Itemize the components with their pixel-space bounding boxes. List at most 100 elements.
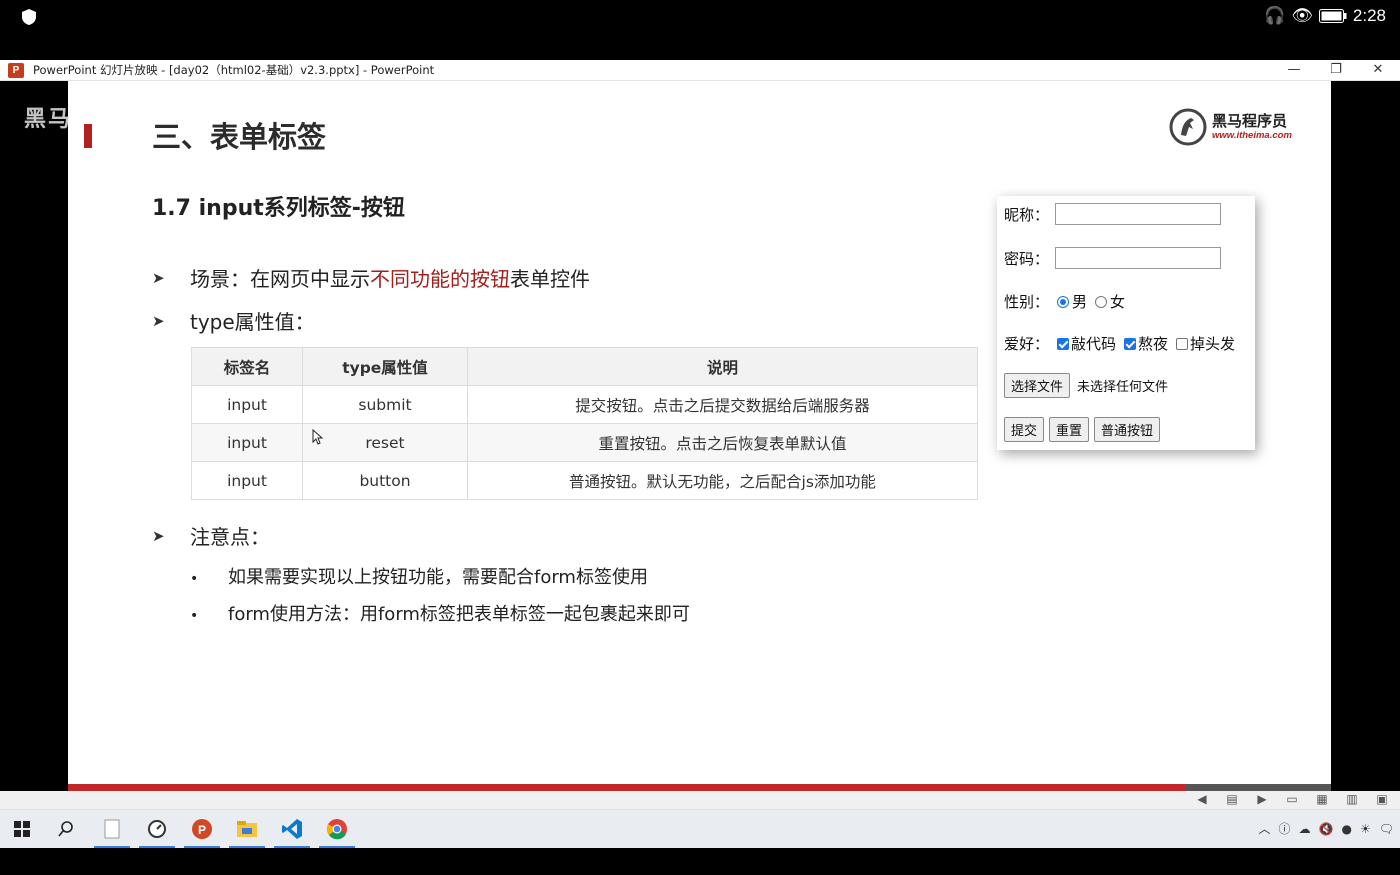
eye-icon: 👁 xyxy=(1291,6,1313,25)
start-button[interactable] xyxy=(2,810,42,848)
hobby-checkbox-coding[interactable] xyxy=(1057,337,1070,350)
slide-sorter-icon[interactable]: ▦ xyxy=(1314,792,1330,806)
hobby-checkbox-hair-loss[interactable] xyxy=(1176,337,1189,350)
window-title: PowerPoint 幻灯片放映 - [day02（html02-基础）v2.3… xyxy=(33,63,435,77)
system-tray: ︿ ⓘ ☁ 🔇 ● ☀ 🗨 xyxy=(1259,820,1394,837)
file-icon xyxy=(104,819,120,839)
clock: 2:28 xyxy=(1352,6,1386,25)
gender-label: 性别： xyxy=(1004,293,1050,311)
normal-view-icon[interactable]: ▭ xyxy=(1284,792,1300,806)
window-titlebar: P PowerPoint 幻灯片放映 - [day02（html02-基础）v2… xyxy=(0,60,1400,81)
hobby-label-late-night: 熬夜 xyxy=(1138,335,1169,353)
table-cell: 普通按钮。默认无功能，之后配合js添加功能 xyxy=(467,461,978,500)
weather-icon[interactable]: ☀ xyxy=(1360,822,1371,836)
dot-bullet-icon: • xyxy=(190,608,199,624)
tray-app-icon[interactable]: ● xyxy=(1342,822,1352,836)
slide[interactable]: 三、表单标签 黑马程序员 www.itheima.com 1.7 input系列… xyxy=(68,81,1331,791)
reset-button[interactable]: 重置 xyxy=(1049,417,1090,442)
note-text: form使用方法：用form标签把表单标签一起包裹起来即可 xyxy=(228,604,690,625)
mouse-cursor-icon xyxy=(312,429,324,445)
scene-prefix: 场景：在网页中显示 xyxy=(190,267,370,291)
arrow-bullet-icon: ➤ xyxy=(152,268,165,287)
type-attribute-table: 标签名 type属性值 说明 input submit 提交按钮。点击之后提交数… xyxy=(191,347,978,500)
volume-muted-icon[interactable]: 🔇 xyxy=(1319,822,1334,836)
minimize-button[interactable]: — xyxy=(1272,60,1316,81)
female-radio[interactable] xyxy=(1095,295,1108,308)
search-button[interactable] xyxy=(46,810,86,848)
slide-menu-icon[interactable]: ▤ xyxy=(1224,792,1240,806)
table-cell: submit xyxy=(302,385,468,424)
arrow-bullet-icon: ➤ xyxy=(152,311,165,330)
type-heading: type属性值： xyxy=(190,310,315,334)
notes-heading: 注意点： xyxy=(190,525,270,549)
button-row: 提交 重置 普通按钮 xyxy=(1004,417,1165,442)
previous-slide-icon[interactable]: ◀ xyxy=(1194,792,1210,806)
taskbar-chrome[interactable] xyxy=(317,810,357,848)
headphones-icon: 🎧 xyxy=(1264,6,1286,25)
table-cell: button xyxy=(302,461,468,500)
arrow-bullet-icon: ➤ xyxy=(152,526,165,545)
file-row: 选择文件 未选择任何文件 xyxy=(1004,373,1168,398)
taskbar: P ︿ ⓘ ☁ 🔇 ● ☀ 🗨 xyxy=(0,810,1400,848)
submit-button[interactable]: 提交 xyxy=(1004,417,1045,442)
scene-suffix: 表单控件 xyxy=(510,267,590,291)
taskbar-vscode[interactable] xyxy=(272,810,312,848)
close-button[interactable]: ✕ xyxy=(1356,60,1400,81)
svg-text:P: P xyxy=(198,823,206,837)
slide-title: 三、表单标签 xyxy=(152,120,327,154)
male-radio[interactable] xyxy=(1057,295,1070,308)
chevron-up-icon[interactable]: ︿ xyxy=(1259,820,1271,837)
table-header: 标签名 xyxy=(191,347,303,386)
cloud-icon[interactable]: ☁ xyxy=(1299,822,1311,836)
windows-icon xyxy=(14,821,30,837)
slideshow-area: 黑马 三、表单标签 黑马程序员 www.itheima.com 1.7 inpu… xyxy=(0,81,1400,791)
navigation-bar xyxy=(0,848,1400,875)
taskbar-file-explorer[interactable] xyxy=(227,810,267,848)
powerpoint-app-icon: P xyxy=(192,819,212,839)
notification-icon[interactable]: 🗨 xyxy=(1379,822,1394,836)
choose-file-button[interactable]: 选择文件 xyxy=(1004,373,1071,398)
hobby-label: 爱好： xyxy=(1004,335,1050,353)
taskbar-powerpoint[interactable]: P xyxy=(182,810,222,848)
dot-bullet-icon: • xyxy=(190,571,199,587)
normal-button[interactable]: 普通按钮 xyxy=(1094,417,1161,442)
watermark: 黑马 xyxy=(24,107,73,132)
notes-bullet: ➤ 注意点： xyxy=(152,521,270,550)
table-cell: reset xyxy=(302,423,468,462)
title-accent-bar xyxy=(84,124,92,148)
note-item: • form使用方法：用form标签把表单标签一起包裹起来即可 xyxy=(190,600,690,626)
input-method-icon[interactable]: ⓘ xyxy=(1279,820,1291,837)
powerpoint-icon: P xyxy=(8,63,24,78)
system-status-bar: 🎧 👁 2:28 xyxy=(0,0,1400,60)
demo-form-preview: 昵称： 密码： 性别： 男 女 爱好： 敲代码 熬夜 掉头发 选择文件 未选择任… xyxy=(997,196,1255,450)
section-subtitle: 1.7 input系列标签-按钮 xyxy=(152,196,405,221)
restore-button[interactable]: ❐ xyxy=(1314,60,1358,81)
next-slide-icon[interactable]: ▶ xyxy=(1254,792,1270,806)
slideshow-view-icon[interactable]: ▣ xyxy=(1374,792,1390,806)
hobby-checkbox-late-night[interactable] xyxy=(1124,337,1137,350)
password-label: 密码： xyxy=(1004,249,1050,268)
hobby-label-hair-loss: 掉头发 xyxy=(1190,335,1236,353)
folder-icon xyxy=(237,821,257,837)
nickname-label: 昵称： xyxy=(1004,205,1050,224)
table-cell: input xyxy=(191,423,303,462)
table-cell: 提交按钮。点击之后提交数据给后端服务器 xyxy=(467,385,978,424)
battery-icon xyxy=(1318,9,1347,23)
table-header: type属性值 xyxy=(302,347,468,386)
search-icon xyxy=(58,821,73,837)
note-text: 如果需要实现以上按钮功能，需要配合form标签使用 xyxy=(228,567,648,588)
table-cell: input xyxy=(191,385,303,424)
table-row: input submit 提交按钮。点击之后提交数据给后端服务器 xyxy=(191,385,978,424)
nickname-input[interactable] xyxy=(1055,203,1222,225)
file-status: 未选择任何文件 xyxy=(1077,380,1169,395)
nickname-row: 昵称： xyxy=(1004,203,1222,225)
gender-row: 性别： 男 女 xyxy=(1004,291,1125,312)
recorder-icon xyxy=(148,820,166,838)
brand-url: www.itheima.com xyxy=(1212,130,1292,141)
taskbar-recorder[interactable] xyxy=(137,810,177,848)
reading-view-icon[interactable]: ▥ xyxy=(1344,792,1360,806)
taskbar-notepad[interactable] xyxy=(92,810,132,848)
password-input[interactable] xyxy=(1055,247,1222,269)
hobby-label-coding: 敲代码 xyxy=(1071,335,1117,353)
table-row: input reset 重置按钮。点击之后恢复表单默认值 xyxy=(191,423,978,462)
